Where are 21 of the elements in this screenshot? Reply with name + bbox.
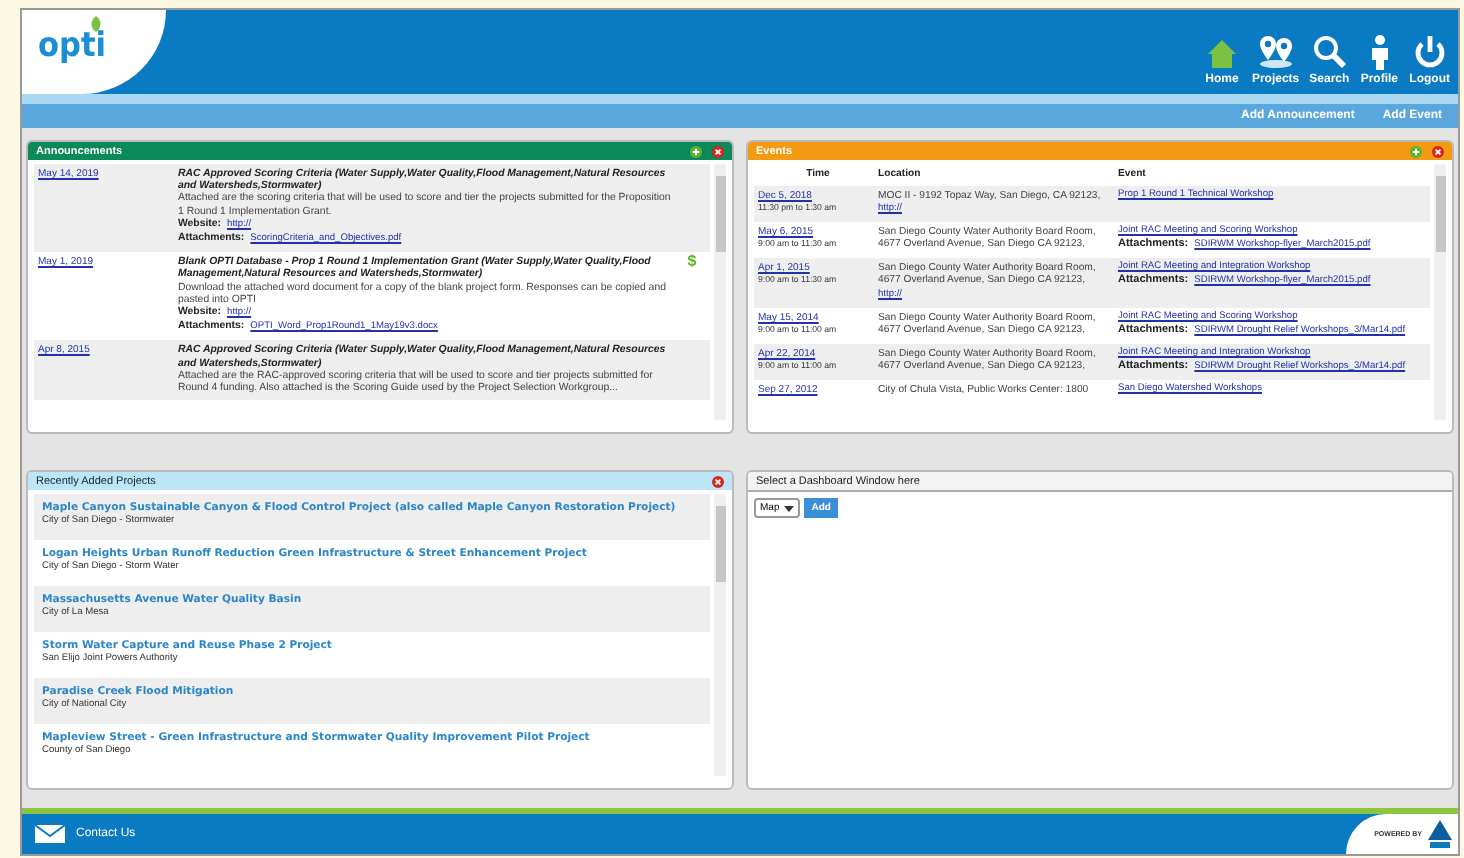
close-icon[interactable]: [712, 475, 724, 487]
logo-icon: [1428, 820, 1452, 848]
leaf-icon: [90, 16, 102, 32]
caret-icon: [783, 505, 794, 511]
logo: opti: [38, 26, 107, 66]
scroll-thumb[interactable]: [1435, 176, 1445, 252]
home-icon: [1203, 34, 1240, 70]
close-icon[interactable]: [1432, 145, 1444, 157]
scrollbar[interactable]: [714, 164, 726, 420]
add-icon[interactable]: [690, 145, 702, 157]
scrollbar[interactable]: [714, 494, 726, 776]
map-pins-icon: [1257, 34, 1294, 70]
power-icon: [1411, 34, 1448, 70]
dollar-sign: $: [687, 252, 697, 271]
search-icon: [1311, 34, 1348, 70]
add-icon[interactable]: [1410, 145, 1422, 157]
scroll-thumb[interactable]: [715, 506, 725, 582]
mail-icon: [34, 824, 66, 844]
scroll-thumb[interactable]: [715, 176, 725, 252]
close-icon[interactable]: [712, 145, 724, 157]
scrollbar[interactable]: [1434, 164, 1446, 420]
